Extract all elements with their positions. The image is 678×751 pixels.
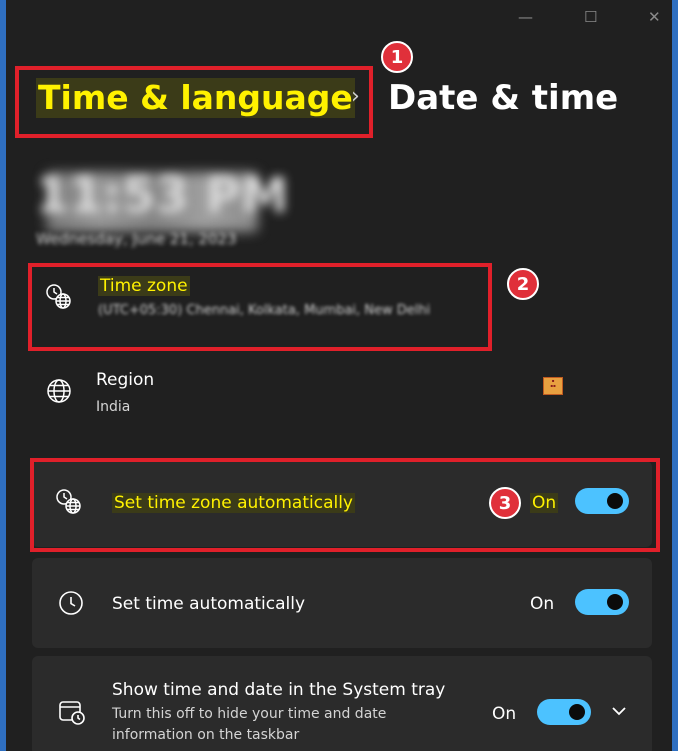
system-tray-description-line1: Turn this off to hide your time and date [112, 706, 387, 722]
minimize-button[interactable]: — [518, 8, 533, 26]
annotation-box-3 [30, 458, 660, 552]
current-date: Wednesday, June 21, 2023 [36, 230, 237, 248]
region-value: India [96, 399, 131, 415]
system-tray-state: On [492, 704, 517, 724]
annotation-box-1 [15, 66, 373, 138]
system-tray-toggle[interactable] [537, 699, 591, 725]
calendar-clock-icon [58, 698, 86, 730]
globe-icon [46, 378, 72, 408]
annotation-box-2 [28, 263, 492, 351]
watermark-logo: ▪ ▪▪ [543, 377, 563, 395]
clock-icon [58, 590, 84, 620]
close-button[interactable]: ✕ [648, 8, 661, 26]
maximize-button[interactable]: ☐ [584, 8, 597, 26]
auto-time-state: On [530, 594, 555, 614]
annotation-badge-2: 2 [507, 268, 539, 300]
auto-time-toggle[interactable] [575, 589, 629, 615]
settings-window: — ☐ ✕ Time & language › Date & time 1 11… [6, 0, 672, 751]
current-time: 11:53 PM [36, 168, 289, 224]
system-tray-label: Show time and date in the System tray [112, 680, 446, 700]
page-title: Date & time [388, 78, 619, 118]
region-title: Region [96, 370, 155, 390]
auto-time-label: Set time automatically [112, 594, 306, 614]
annotation-badge-1: 1 [381, 41, 413, 73]
chevron-down-icon[interactable] [610, 702, 628, 724]
system-tray-description-line2: information on the taskbar [112, 727, 300, 743]
annotation-badge-3: 3 [489, 487, 521, 519]
